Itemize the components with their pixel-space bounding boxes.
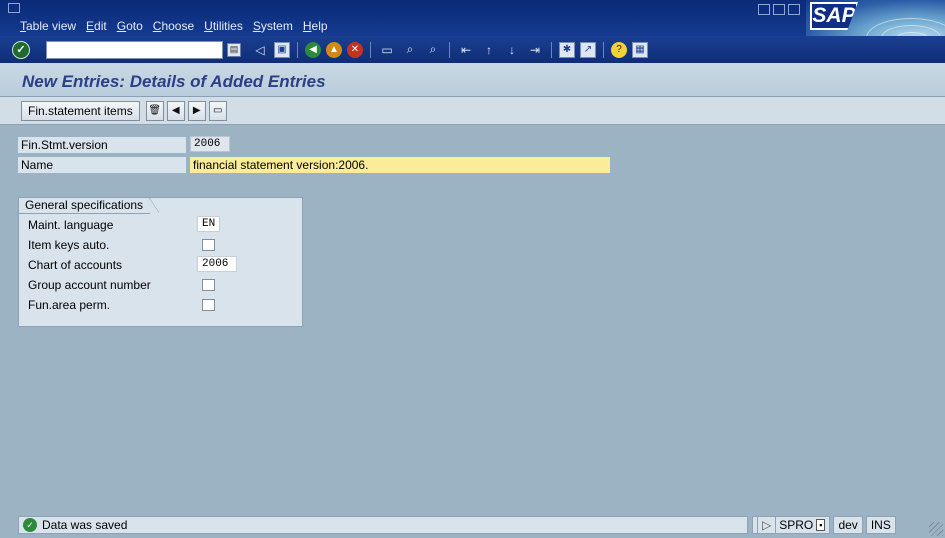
maximize-icon[interactable] [773,4,785,15]
first-page-icon[interactable]: ⇤ [457,41,475,59]
status-message-box[interactable]: ✓ Data was saved [18,516,748,534]
system-name: dev [833,516,863,534]
print-icon[interactable]: ▭ [378,41,396,59]
chart-of-accounts-field[interactable]: 2006 [197,256,237,272]
maint-language-label: Maint. language [28,218,114,232]
command-history-icon[interactable]: ▤ [227,42,241,57]
transaction-code[interactable]: ▷ SPRO ▪ [752,516,831,534]
version-label: Fin.Stmt.version [18,137,186,153]
back-icon[interactable]: ◁ [251,41,269,59]
back-green-icon[interactable]: ◀ [305,41,321,58]
toolbar-icons: ◁ ▣ ◀ ▲ ✕ ▭ ⌕ ⌕ ⇤ ↑ ↓ ⇥ ✱ ↗ ? ▦ [251,41,648,59]
success-icon: ✓ [23,518,37,532]
create-session-icon[interactable]: ✱ [559,41,575,58]
menu-table-view[interactable]: Table view [20,19,76,33]
menu-help[interactable]: Help [303,19,328,33]
previous-entry-icon[interactable]: ◀ [166,100,185,121]
next-entry-icon[interactable]: ▶ [187,100,206,121]
application-toolbar: Fin.statement items 🗑 ◀ ▶ ▭ [0,97,945,125]
exit-icon[interactable]: ▲ [326,41,342,58]
group-account-label: Group account number [28,278,151,292]
group-title: General specifications [19,198,160,214]
chart-of-accounts-label: Chart of accounts [28,258,123,272]
menu-edit[interactable]: Edit [86,19,107,33]
system-info: ▷ SPRO ▪ dev INS [752,516,896,534]
print-icon[interactable]: ▭ [208,100,227,121]
window-controls [758,4,800,15]
group-account-checkbox[interactable] [202,279,215,291]
toolbar-separator [603,41,604,58]
fun-area-label: Fun.area perm. [28,298,111,312]
next-page-icon[interactable]: ↓ [503,41,521,59]
toolbar-separator [370,41,371,58]
shortcut-icon[interactable]: ↗ [580,41,596,58]
fun-area-checkbox[interactable] [202,299,215,311]
version-value: 2006 [190,136,230,152]
resize-grip-icon[interactable] [929,522,943,536]
standard-toolbar: ✓ ▤ ◁ ▣ ◀ ▲ ✕ ▭ ⌕ ⌕ ⇤ ↑ ↓ ⇥ ✱ ↗ ? ▦ [0,36,945,63]
find-next-icon[interactable]: ⌕ [424,41,442,59]
name-field[interactable]: financial statement version:2006. [190,157,610,173]
command-field[interactable] [46,40,223,59]
toolbar-separator [449,41,450,58]
item-keys-label: Item keys auto. [28,238,110,252]
menu-choose[interactable]: Choose [153,19,194,33]
prev-page-icon[interactable]: ↑ [480,41,498,59]
close-icon[interactable] [788,4,800,15]
layout-icon[interactable]: ▦ [632,41,648,58]
session-icon: ▪ [816,519,826,531]
menu-system[interactable]: System [253,19,293,33]
expand-icon[interactable]: ▷ [757,516,777,534]
menu-goto[interactable]: Goto [117,19,143,33]
last-page-icon[interactable]: ⇥ [526,41,544,59]
cancel-icon[interactable]: ✕ [347,41,363,58]
page-title: New Entries: Details of Added Entries [22,72,326,91]
system-menu-icon[interactable] [8,3,20,13]
toolbar-separator [297,41,298,58]
item-keys-checkbox[interactable] [202,239,215,251]
name-label: Name [18,157,186,173]
menu-bar: Table view Edit Goto Choose Utilities Sy… [0,0,945,36]
insert-mode[interactable]: INS [865,516,896,534]
minimize-icon[interactable] [758,4,770,15]
maint-language-field[interactable]: EN [197,216,221,232]
menu-utilities[interactable]: Utilities [204,19,243,33]
find-icon[interactable]: ⌕ [401,41,419,59]
enter-icon[interactable]: ✓ [12,40,30,59]
save-icon[interactable]: ▣ [274,41,290,58]
status-bar: ✓ Data was saved ▷ SPRO ▪ dev INS [0,513,945,538]
menu-items: Table view Edit Goto Choose Utilities Sy… [20,19,328,33]
delete-icon[interactable]: 🗑 [145,100,164,121]
status-message: Data was saved [42,518,128,532]
title-bar: New Entries: Details of Added Entries [0,63,945,97]
toolbar-separator [551,41,552,58]
work-area: Fin.Stmt.version 2006 Name financial sta… [0,125,945,513]
sap-logo-text: SAP [810,2,858,30]
general-specifications-group: General specifications Maint. language E… [18,197,303,327]
transaction-text: SPRO [779,518,814,532]
fin-statement-items-button[interactable]: Fin.statement items [21,100,140,121]
help-icon[interactable]: ? [611,41,627,58]
